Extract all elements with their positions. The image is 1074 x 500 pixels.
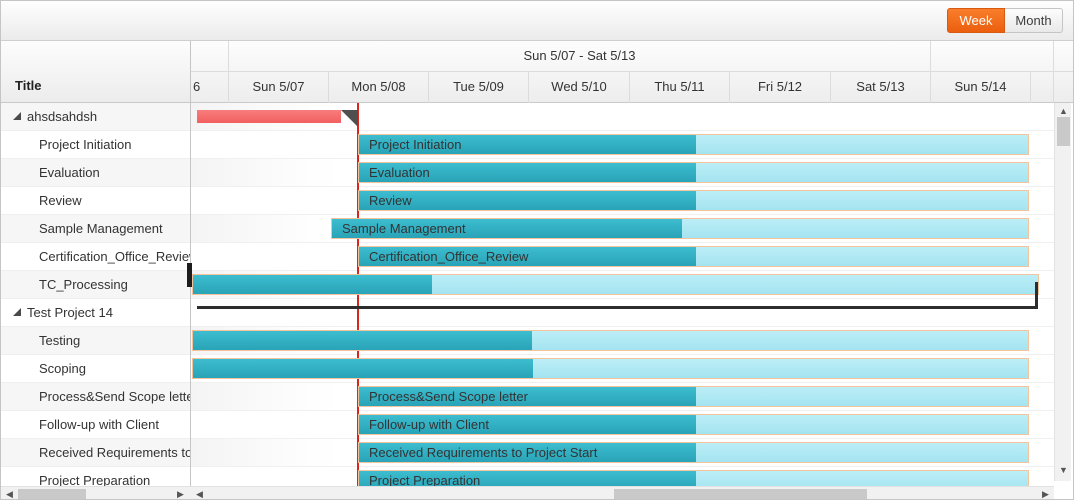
summary-bar-ahsdsahdsh[interactable] xyxy=(197,110,341,123)
task-bar-project-initiation[interactable]: Project Initiation xyxy=(358,134,1029,155)
day-cell-wed-510: Wed 5/10 xyxy=(529,72,630,103)
treelist-row-ahsdsahdsh[interactable]: ahsdsahdsh xyxy=(1,103,190,131)
day-cell-sun-507: Sun 5/07 xyxy=(229,72,329,103)
day-cell-tue-509: Tue 5/09 xyxy=(429,72,529,103)
task-progress xyxy=(193,331,532,350)
day-cell-mon-508: Mon 5/08 xyxy=(329,72,429,103)
task-bar-testing[interactable] xyxy=(192,330,1029,351)
month-view-button[interactable]: Month xyxy=(1005,8,1063,33)
task-bar-follow-up-with-client[interactable]: Follow-up with Client xyxy=(358,414,1029,435)
vertical-scrollbar-thumb[interactable] xyxy=(1057,117,1070,146)
vertical-scrollbar[interactable]: ▲ ▼ xyxy=(1054,103,1071,481)
treelist-row-testing[interactable]: Testing xyxy=(1,327,190,355)
scroll-right-icon[interactable]: ▶ xyxy=(174,488,187,499)
task-bar-evaluation[interactable]: Evaluation xyxy=(358,162,1029,183)
day-cell-partial-right xyxy=(1031,72,1054,103)
treelist-row-received-requirements[interactable]: Received Requirements to Project Start xyxy=(1,439,190,467)
treelist-row-certification-office-review[interactable]: Certification_Office_Review xyxy=(1,243,190,271)
view-switcher: Week Month xyxy=(947,8,1063,33)
summary-bar-end-cap-icon xyxy=(341,110,358,127)
timeline-day-row: 6 Sun 5/07 Mon 5/08 Tue 5/09 Wed 5/10 Th… xyxy=(191,72,1073,103)
gantt-chart-area: Project Initiation Evaluation Review Sam… xyxy=(191,103,1054,489)
chart-horizontal-scrollbar[interactable]: ◀ ▶ xyxy=(191,486,1054,499)
week-cell-current: Sun 5/07 - Sat 5/13 xyxy=(229,41,931,72)
task-bar-received-requirements[interactable]: Received Requirements to Project Start xyxy=(358,442,1029,463)
week-cell-partial xyxy=(191,41,229,72)
gantt-toolbar: Week Month xyxy=(1,1,1073,41)
task-bar-scoping[interactable] xyxy=(192,358,1029,379)
week-cell-next xyxy=(931,41,1054,72)
collapse-icon[interactable] xyxy=(13,112,21,120)
day-cell-sun-514: Sun 5/14 xyxy=(931,72,1031,103)
task-bar-process-send-scope-letter[interactable]: Process&Send Scope letter xyxy=(358,386,1029,407)
treelist-horizontal-scrollbar[interactable]: ◀ ▶ xyxy=(1,486,191,499)
scrollbar-corner xyxy=(1054,481,1073,499)
day-cell-sat-513: Sat 5/13 xyxy=(831,72,931,103)
day-cell-thu-511: Thu 5/11 xyxy=(630,72,730,103)
treelist-row-project-initiation[interactable]: Project Initiation xyxy=(1,131,190,159)
task-progress xyxy=(193,359,533,378)
task-bar-sample-management[interactable]: Sample Management xyxy=(331,218,1029,239)
scroll-left-icon[interactable]: ◀ xyxy=(3,488,16,499)
treelist-row-sample-management[interactable]: Sample Management xyxy=(1,215,190,243)
scroll-right-icon[interactable]: ▶ xyxy=(1039,488,1052,499)
treelist-row-follow-up-with-client[interactable]: Follow-up with Client xyxy=(1,411,190,439)
task-bar-certification-office-review[interactable]: Certification_Office_Review xyxy=(358,246,1029,267)
scroll-down-icon[interactable]: ▼ xyxy=(1057,464,1070,477)
timeline-week-row: Sun 5/07 - Sat 5/13 xyxy=(191,41,1073,72)
treelist-row-review[interactable]: Review xyxy=(1,187,190,215)
week-view-button[interactable]: Week xyxy=(947,8,1005,33)
treelist-row-scoping[interactable]: Scoping xyxy=(1,355,190,383)
collapse-icon[interactable] xyxy=(13,308,21,316)
task-treelist: Title ahsdsahdsh Project Initiation Eval… xyxy=(1,41,191,499)
treelist-row-test-project-14[interactable]: Test Project 14 xyxy=(1,299,190,327)
treelist-row-tc-processing[interactable]: TC_Processing xyxy=(1,271,190,299)
treelist-row-evaluation[interactable]: Evaluation xyxy=(1,159,190,187)
timeline-header: Sun 5/07 - Sat 5/13 6 Sun 5/07 Mon 5/08 … xyxy=(191,41,1073,103)
treelist-row-process-send-scope-letter[interactable]: Process&Send Scope letter xyxy=(1,383,190,411)
treelist-horizontal-scrollbar-thumb[interactable] xyxy=(18,489,86,499)
title-column-header: Title xyxy=(15,78,42,93)
chart-horizontal-scrollbar-thumb[interactable] xyxy=(614,489,867,499)
scroll-left-icon[interactable]: ◀ xyxy=(193,488,206,499)
task-bar-review[interactable]: Review xyxy=(358,190,1029,211)
day-cell-partial: 6 xyxy=(191,72,229,103)
splitter-drag-handle[interactable] xyxy=(187,263,192,287)
day-cell-fri-512: Fri 5/12 xyxy=(730,72,831,103)
gantt-widget: Week Month Title ahsdsahdsh Project Init… xyxy=(0,0,1074,500)
treelist-header: Title xyxy=(1,41,190,103)
summary-bar-test-project-14[interactable] xyxy=(197,282,1038,309)
